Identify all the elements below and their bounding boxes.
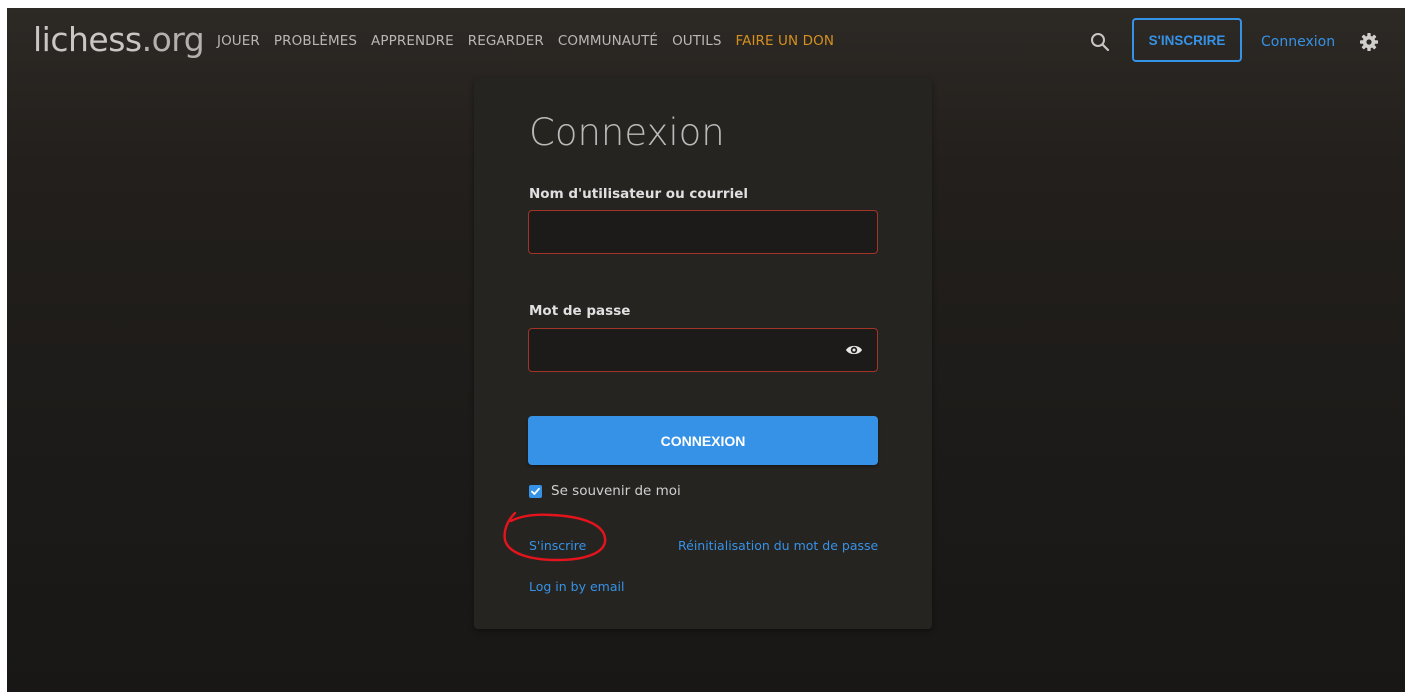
page-title: Connexion <box>529 111 725 154</box>
login-link[interactable]: Connexion <box>1261 32 1335 52</box>
nav-item-watch[interactable]: REGARDER <box>468 31 544 51</box>
eye-icon[interactable] <box>845 343 863 357</box>
remember-me[interactable]: Se souvenir de moi <box>529 482 681 500</box>
site-header: lichess.org JOUER PROBLÈMES APPRENDRE RE… <box>7 8 1405 72</box>
username-label: Nom d'utilisateur ou courriel <box>529 186 749 202</box>
signup-link[interactable]: S'inscrire <box>529 538 586 554</box>
password-field[interactable] <box>528 328 878 372</box>
signup-button[interactable]: S'INSCRIRE <box>1132 18 1242 62</box>
remember-label: Se souvenir de moi <box>551 483 681 499</box>
password-reset-link[interactable]: Réinitialisation du mot de passe <box>678 538 878 554</box>
nav-item-play[interactable]: JOUER <box>217 31 260 51</box>
search-icon[interactable] <box>1090 32 1110 52</box>
remember-checkbox[interactable] <box>529 484 542 498</box>
page-viewport: lichess.org JOUER PROBLÈMES APPRENDRE RE… <box>7 8 1405 692</box>
main-nav: JOUER PROBLÈMES APPRENDRE REGARDER COMMU… <box>217 31 848 51</box>
logo-name: lichess <box>33 20 142 59</box>
nav-item-community[interactable]: COMMUNAUTÉ <box>558 31 658 51</box>
nav-item-learn[interactable]: APPRENDRE <box>371 31 454 51</box>
site-logo[interactable]: lichess.org <box>33 20 205 60</box>
email-login-link[interactable]: Log in by email <box>529 579 624 595</box>
nav-item-donate[interactable]: FAIRE UN DON <box>736 31 835 51</box>
nav-item-tools[interactable]: OUTILS <box>672 31 721 51</box>
login-submit-button[interactable]: CONNEXION <box>528 416 878 465</box>
password-label: Mot de passe <box>529 303 631 319</box>
login-card: Connexion Nom d'utilisateur ou courriel … <box>474 78 932 629</box>
gear-icon[interactable] <box>1359 32 1379 52</box>
logo-tld: .org <box>141 20 205 59</box>
nav-item-puzzles[interactable]: PROBLÈMES <box>274 31 357 51</box>
username-field[interactable] <box>528 210 878 254</box>
